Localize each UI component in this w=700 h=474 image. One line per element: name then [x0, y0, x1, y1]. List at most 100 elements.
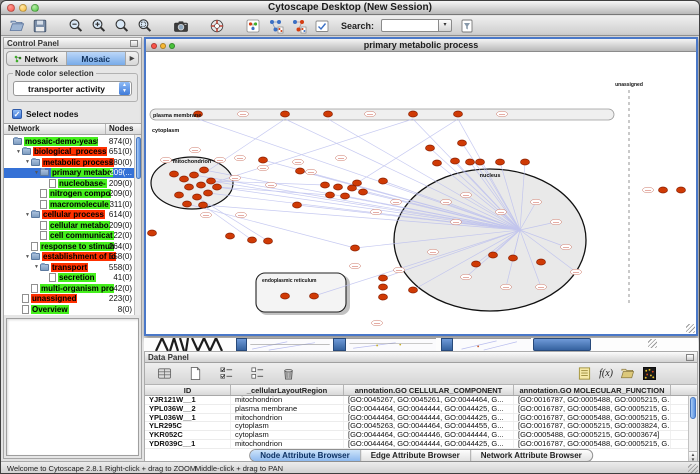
- table-cell: cytoplasm: [231, 431, 344, 439]
- open-icon[interactable]: [9, 18, 25, 34]
- table-row[interactable]: YLR295Ccytoplasm[GO:0045263, GO:0044464,…: [145, 422, 697, 431]
- import-attributes-icon[interactable]: [620, 366, 635, 381]
- tree-row[interactable]: cell communicat22(0): [4, 231, 141, 242]
- birdseye-view[interactable]: [6, 318, 139, 456]
- table-row[interactable]: YPL036W__2plasma membrane[GO:0044464, GO…: [145, 405, 697, 414]
- layout-icon[interactable]: [268, 18, 284, 34]
- zoom-fit-icon[interactable]: [114, 18, 130, 34]
- data-panel: Data Panel f(x) ID_cellularLayoutRegiona…: [144, 351, 698, 463]
- scrollbar-thumb[interactable]: [136, 137, 141, 179]
- tab-node-attribute-browser[interactable]: Node Attribute Browser: [250, 450, 361, 461]
- frame-minimize-button[interactable]: [160, 43, 166, 49]
- zoom-window-button[interactable]: [31, 4, 39, 12]
- layout-settings-icon[interactable]: [291, 18, 307, 34]
- table-scrollbar[interactable]: ▲▼: [688, 396, 697, 462]
- node-color-dropdown[interactable]: transporter activity ▲▼: [13, 81, 132, 96]
- expand-arrow-icon[interactable]: ▼: [24, 159, 31, 165]
- background-window-thumbnail[interactable]: [247, 338, 333, 351]
- network-canvas[interactable]: plasma membrane cytoplasm mitochondrion …: [146, 52, 696, 334]
- tree-row[interactable]: ▼metabolic process280(0): [4, 157, 141, 168]
- tab-mosaic[interactable]: Mosaic: [67, 52, 127, 65]
- expand-arrow-icon[interactable]: ▼: [15, 149, 22, 155]
- frame-zoom-button[interactable]: [169, 43, 175, 49]
- tab-edge-attribute-browser[interactable]: Edge Attribute Browser: [361, 450, 471, 461]
- column-header[interactable]: annotation.GO MOLECULAR_FUNCTION: [514, 385, 671, 395]
- column-header[interactable]: ID: [145, 385, 231, 395]
- snapshot-icon[interactable]: [173, 18, 189, 34]
- tree-column-network[interactable]: Network: [4, 124, 106, 134]
- file-icon: [40, 200, 47, 209]
- frame-close-button[interactable]: [151, 43, 157, 49]
- annotation-icon[interactable]: [314, 18, 330, 34]
- background-window-edge[interactable]: [533, 338, 591, 351]
- search-input[interactable]: [381, 19, 439, 32]
- tree-row[interactable]: nucleobase-209(0): [4, 178, 141, 189]
- tree-column-nodes[interactable]: Nodes: [106, 124, 141, 134]
- scrollbar-thumb[interactable]: [690, 397, 696, 419]
- expand-arrow-icon[interactable]: ▼: [24, 212, 31, 218]
- table-row[interactable]: YDR039C__1mitochondrion[GO:0044464, GO:0…: [145, 440, 697, 449]
- background-window-thumbnail[interactable]: [453, 338, 531, 351]
- tab-overflow-arrow[interactable]: ▶: [126, 52, 138, 65]
- tree-row[interactable]: ▼transport558(0): [4, 262, 141, 273]
- tree-row[interactable]: mosaic-demo-yeast874(0): [4, 136, 141, 147]
- select-attributes-icon[interactable]: [219, 366, 234, 381]
- column-header[interactable]: annotation.GO CELLULAR_COMPONENT: [344, 385, 514, 395]
- close-button[interactable]: [7, 4, 15, 12]
- tab-network[interactable]: Network: [7, 52, 67, 65]
- background-resize-grip: [648, 339, 657, 348]
- tree-row[interactable]: ▼establishment of lo558(0): [4, 252, 141, 263]
- background-window-edge[interactable]: [333, 338, 346, 351]
- background-window-edge[interactable]: [236, 338, 247, 351]
- tree-row[interactable]: response to stimulu264(0): [4, 241, 141, 252]
- background-window-edge[interactable]: [441, 338, 453, 351]
- expand-arrow-icon[interactable]: ▼: [33, 170, 40, 176]
- expand-arrow-icon[interactable]: ▼: [24, 254, 31, 260]
- zoom-out-icon[interactable]: [68, 18, 84, 34]
- network-view-titlebar[interactable]: primary metabolic process: [146, 39, 696, 52]
- node-color-selection-group: Node color selection transporter activit…: [7, 73, 138, 102]
- background-window-thumbnail[interactable]: [346, 338, 436, 351]
- zoom-selected-icon[interactable]: [137, 18, 153, 34]
- attribute-matrix-icon[interactable]: [642, 366, 657, 381]
- tree-row[interactable]: nitrogen compo209(0): [4, 189, 141, 200]
- float-panel-icon[interactable]: [130, 40, 138, 47]
- formula-builder-icon[interactable]: f(x): [599, 368, 613, 379]
- table-row[interactable]: YJR121W__1mitochondrion[GO:0045267, GO:0…: [145, 396, 697, 405]
- delete-attribute-icon[interactable]: [281, 366, 296, 381]
- tab-network-attribute-browser[interactable]: Network Attribute Browser: [471, 450, 592, 461]
- minimize-button[interactable]: [19, 4, 27, 12]
- data-panel-header: Data Panel: [145, 352, 697, 363]
- float-panel-icon[interactable]: [686, 354, 694, 361]
- unselect-attributes-icon[interactable]: [250, 366, 265, 381]
- new-attribute-icon[interactable]: [188, 366, 203, 381]
- control-panel-tabs: Network Mosaic ▶: [6, 51, 139, 66]
- select-nodes-checkbox[interactable]: ✓: [12, 109, 22, 119]
- tree-row[interactable]: cellular metabo209(0): [4, 220, 141, 231]
- column-header[interactable]: _cellularLayoutRegion: [231, 385, 344, 395]
- tree-row[interactable]: ▼cellular process614(0): [4, 210, 141, 221]
- filter-icon[interactable]: [459, 18, 475, 34]
- table-cell: [GO:0005488, GO:0005215, GO:0003674]: [514, 431, 671, 439]
- table-icon[interactable]: [157, 366, 172, 381]
- save-icon[interactable]: [32, 18, 48, 34]
- tree-row[interactable]: unassigned223(0): [4, 294, 141, 305]
- tree-row[interactable]: multi-organism pro42(0): [4, 283, 141, 294]
- table-row[interactable]: YPL036W__1mitochondrion[GO:0044464, GO:0…: [145, 414, 697, 423]
- tree-scrollbar[interactable]: [134, 135, 141, 315]
- table-row[interactable]: YKR052Ccytoplasm[GO:0044464, GO:0044446,…: [145, 431, 697, 440]
- tree-row[interactable]: ▼primary metabo209(...: [4, 168, 141, 179]
- tree-row[interactable]: secretion41(0): [4, 273, 141, 284]
- expand-arrow-icon[interactable]: ▼: [33, 264, 40, 270]
- vizmapper-icon[interactable]: [245, 18, 261, 34]
- tree-row[interactable]: ▼biological_process651(0): [4, 147, 141, 158]
- tree-row[interactable]: Overview8(0): [4, 304, 141, 315]
- tree-row[interactable]: macromolecule311(0): [4, 199, 141, 210]
- zoom-in-icon[interactable]: [91, 18, 107, 34]
- window-resize-grip[interactable]: [688, 464, 698, 474]
- table-cell: [GO:0016787, GO:0005488, GO:0005215, G..…: [514, 440, 671, 448]
- help-icon[interactable]: [209, 18, 225, 34]
- search-dropdown-button[interactable]: ▾: [439, 19, 452, 32]
- attribute-editor-icon[interactable]: [577, 366, 592, 381]
- frame-resize-grip[interactable]: [686, 324, 695, 333]
